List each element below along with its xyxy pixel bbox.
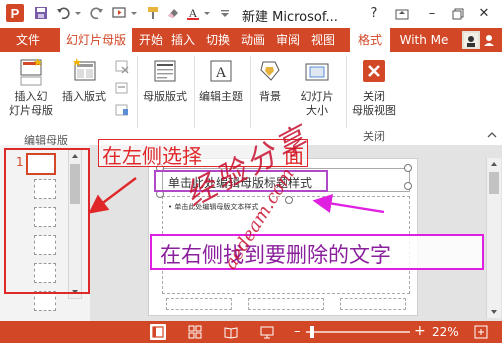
arrow-to-thumbnails xyxy=(88,177,137,214)
arrow-to-title xyxy=(312,194,385,214)
